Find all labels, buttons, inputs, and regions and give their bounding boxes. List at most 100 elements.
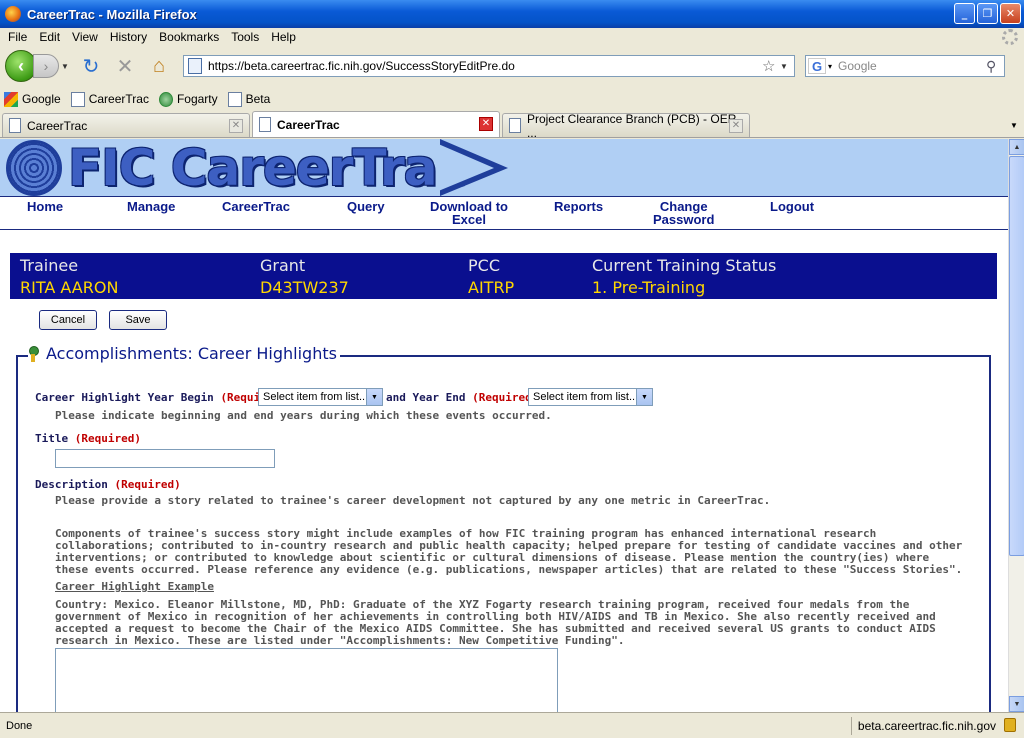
year-end-label: and Year End (Required) [386, 391, 539, 404]
trainee-label: Trainee [20, 256, 79, 275]
bookmark-fogarty[interactable]: Fogarty [158, 91, 218, 107]
window-title: CareerTrac - Mozilla Firefox [27, 6, 197, 22]
pcc-value: AITRP [468, 278, 515, 297]
close-tab-icon[interactable]: ✕ [479, 117, 493, 131]
title-input[interactable] [55, 449, 275, 468]
save-button[interactable]: Save [109, 310, 167, 330]
url-dropdown-icon[interactable]: ▼ [780, 62, 794, 71]
search-input[interactable]: Google [834, 59, 986, 73]
nav-change-password[interactable]: Change Password [653, 200, 714, 226]
scroll-down-icon[interactable]: ▼ [1009, 696, 1024, 712]
url-text[interactable]: https://beta.careertrac.fic.nih.gov/Succ… [208, 59, 762, 73]
search-bar[interactable]: G ▾ Google ⚲ [805, 55, 1005, 77]
close-tab-icon[interactable]: ✕ [229, 119, 243, 133]
history-dropdown-icon[interactable]: ▼ [61, 62, 71, 71]
description-textarea[interactable] [55, 648, 558, 712]
bookmark-careertrac[interactable]: CareerTrac [70, 91, 149, 107]
status-value: 1. Pre-Training [592, 278, 706, 297]
title-label: Title (Required) [35, 432, 141, 445]
navigation-toolbar: ‹ › ▼ ↻ ✕ ⌂ https://beta.careertrac.fic.… [0, 46, 1024, 86]
page-content: FIC CareerTrac Home Manage CareerTrac Qu… [0, 139, 1008, 712]
page-icon [70, 91, 85, 107]
page-icon [259, 117, 271, 132]
menu-view[interactable]: View [66, 30, 104, 44]
nav-manage[interactable]: Manage [127, 200, 175, 213]
nav-query[interactable]: Query [347, 200, 385, 213]
window-titlebar: CareerTrac - Mozilla Firefox _ ❐ ✕ [0, 0, 1024, 28]
tab-careertrac-2[interactable]: CareerTrac ✕ [252, 111, 500, 137]
status-bar: Done beta.careertrac.fic.nih.gov [0, 712, 1024, 738]
vertical-scrollbar[interactable]: ▲ ▼ [1008, 139, 1024, 712]
close-window-button[interactable]: ✕ [1000, 3, 1021, 24]
url-bar[interactable]: https://beta.careertrac.fic.nih.gov/Succ… [183, 55, 795, 77]
bookmarks-toolbar: Google CareerTrac Fogarty Beta [0, 88, 1024, 110]
nav-home[interactable]: Home [27, 200, 63, 213]
careertrac-logo[interactable]: FIC CareerTrac [6, 139, 466, 197]
globe-icon [6, 139, 62, 196]
nav-download-excel[interactable]: Download to Excel [430, 200, 508, 226]
example-text: Country: Mexico. Eleanor Millstone, MD, … [55, 598, 936, 647]
reload-icon[interactable]: ↻ [77, 52, 105, 80]
throbber-icon [1002, 29, 1018, 45]
search-icon[interactable]: ⚲ [986, 58, 1004, 75]
restore-button[interactable]: ❐ [977, 3, 998, 24]
year-help-text: Please indicate beginning and end years … [55, 409, 552, 422]
year-begin-label: Career Highlight Year Begin (Required) [35, 391, 287, 404]
description-help-1: Please provide a story related to traine… [55, 494, 771, 507]
fieldset-legend: Accomplishments: Career Highlights [28, 344, 340, 363]
page-icon [509, 118, 521, 133]
forward-button[interactable]: › [33, 54, 59, 78]
trainee-value: RITA AARON [20, 278, 119, 297]
trainee-info-bar: Trainee RITA AARON Grant D43TW237 PCC AI… [10, 253, 997, 299]
grant-value: D43TW237 [260, 278, 349, 297]
scrollbar-thumb[interactable] [1009, 156, 1024, 556]
menu-file[interactable]: File [2, 30, 33, 44]
site-nav: Home Manage CareerTrac Query Download to… [0, 196, 1008, 230]
menu-bookmarks[interactable]: Bookmarks [153, 30, 225, 44]
bookmark-google[interactable]: Google [4, 91, 61, 107]
status-label: Current Training Status [592, 256, 777, 275]
award-ribbon-icon [28, 345, 39, 362]
tab-strip: CareerTrac ✕ CareerTrac ✕ Project Cleara… [0, 111, 1024, 140]
google-icon [4, 91, 18, 107]
status-text: Done [6, 719, 33, 732]
search-engine-dropdown-icon[interactable]: ▾ [828, 62, 832, 71]
search-engine-icon[interactable]: G [808, 58, 826, 74]
menu-tools[interactable]: Tools [225, 30, 265, 44]
bookmark-beta[interactable]: Beta [227, 91, 270, 107]
page-icon [188, 58, 202, 74]
tab-list-dropdown-icon[interactable]: ▼ [1006, 116, 1022, 134]
menu-help[interactable]: Help [265, 30, 302, 44]
stop-icon[interactable]: ✕ [111, 52, 139, 80]
menu-bar: File Edit View History Bookmarks Tools H… [0, 28, 1024, 46]
scroll-up-icon[interactable]: ▲ [1009, 139, 1024, 155]
description-help-2: Components of trainee's success story mi… [55, 527, 963, 576]
description-label: Description (Required) [35, 478, 181, 491]
cancel-button[interactable]: Cancel [39, 310, 97, 330]
year-end-select[interactable]: Select item from list... ▼ [528, 388, 653, 406]
example-heading: Career Highlight Example [55, 580, 214, 593]
page-icon [9, 118, 21, 133]
chevron-down-icon[interactable]: ▼ [366, 389, 382, 405]
site-banner: FIC CareerTrac [0, 139, 1008, 197]
grant-label: Grant [260, 256, 306, 275]
nav-reports[interactable]: Reports [554, 200, 603, 213]
firefox-icon [5, 6, 21, 22]
menu-edit[interactable]: Edit [33, 30, 66, 44]
chevron-down-icon[interactable]: ▼ [636, 389, 652, 405]
lock-icon[interactable] [1004, 718, 1016, 732]
tab-pcb[interactable]: Project Clearance Branch (PCB) - OER ...… [502, 112, 750, 140]
home-icon[interactable]: ⌂ [145, 52, 173, 80]
status-domain: beta.careertrac.fic.nih.gov [850, 717, 996, 735]
bookmark-star-icon[interactable]: ☆ [762, 57, 780, 75]
pcc-label: PCC [468, 256, 500, 275]
nav-logout[interactable]: Logout [770, 200, 814, 213]
tab-careertrac-1[interactable]: CareerTrac ✕ [2, 113, 250, 137]
fogarty-icon [158, 91, 173, 107]
minimize-button[interactable]: _ [954, 3, 975, 24]
page-icon [227, 91, 242, 107]
menu-history[interactable]: History [104, 30, 153, 44]
year-begin-select[interactable]: Select item from list... ▼ [258, 388, 383, 406]
close-tab-icon[interactable]: ✕ [729, 119, 743, 133]
nav-careertrac[interactable]: CareerTrac [222, 200, 290, 213]
